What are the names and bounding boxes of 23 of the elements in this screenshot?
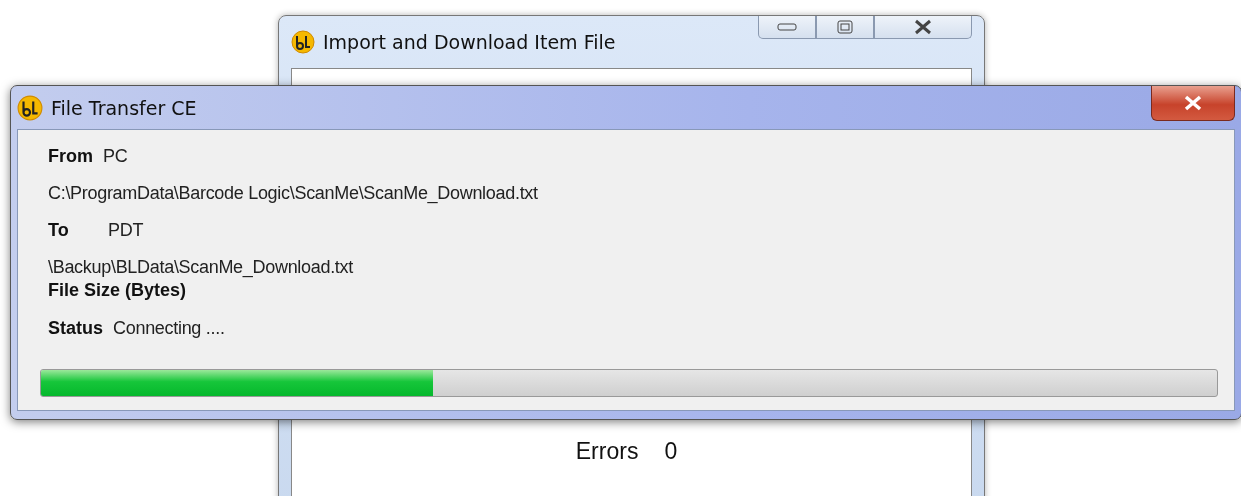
minimize-icon — [777, 23, 797, 31]
minimize-button[interactable] — [758, 16, 816, 39]
window-title: File Transfer CE — [51, 96, 197, 119]
logo-icon — [17, 94, 43, 121]
errors-label: Errors — [575, 438, 639, 465]
close-icon — [1184, 95, 1202, 111]
maximize-button[interactable] — [816, 16, 874, 39]
errors-count: 0 — [664, 438, 678, 465]
field-label: From — [48, 146, 93, 167]
window-title: Import and Download Item File — [323, 31, 616, 53]
close-icon — [914, 19, 932, 35]
field-label: To — [48, 220, 70, 241]
logo-icon — [291, 30, 315, 54]
field-label: File Size (Bytes) — [48, 280, 187, 301]
field-value: Connecting .... — [113, 318, 225, 339]
field-label: Status — [48, 318, 103, 339]
field-value: PDT — [108, 220, 144, 241]
file-path: \Backup\BLData\ScanMe_Download.txt — [48, 257, 353, 278]
close-button[interactable] — [1151, 86, 1235, 121]
maximize-icon — [837, 20, 853, 34]
field-value: PC — [103, 146, 128, 167]
file-path: C:\ProgramData\Barcode Logic\ScanMe\ScanMe_Download.txt — [48, 183, 538, 204]
close-button[interactable] — [874, 16, 972, 39]
